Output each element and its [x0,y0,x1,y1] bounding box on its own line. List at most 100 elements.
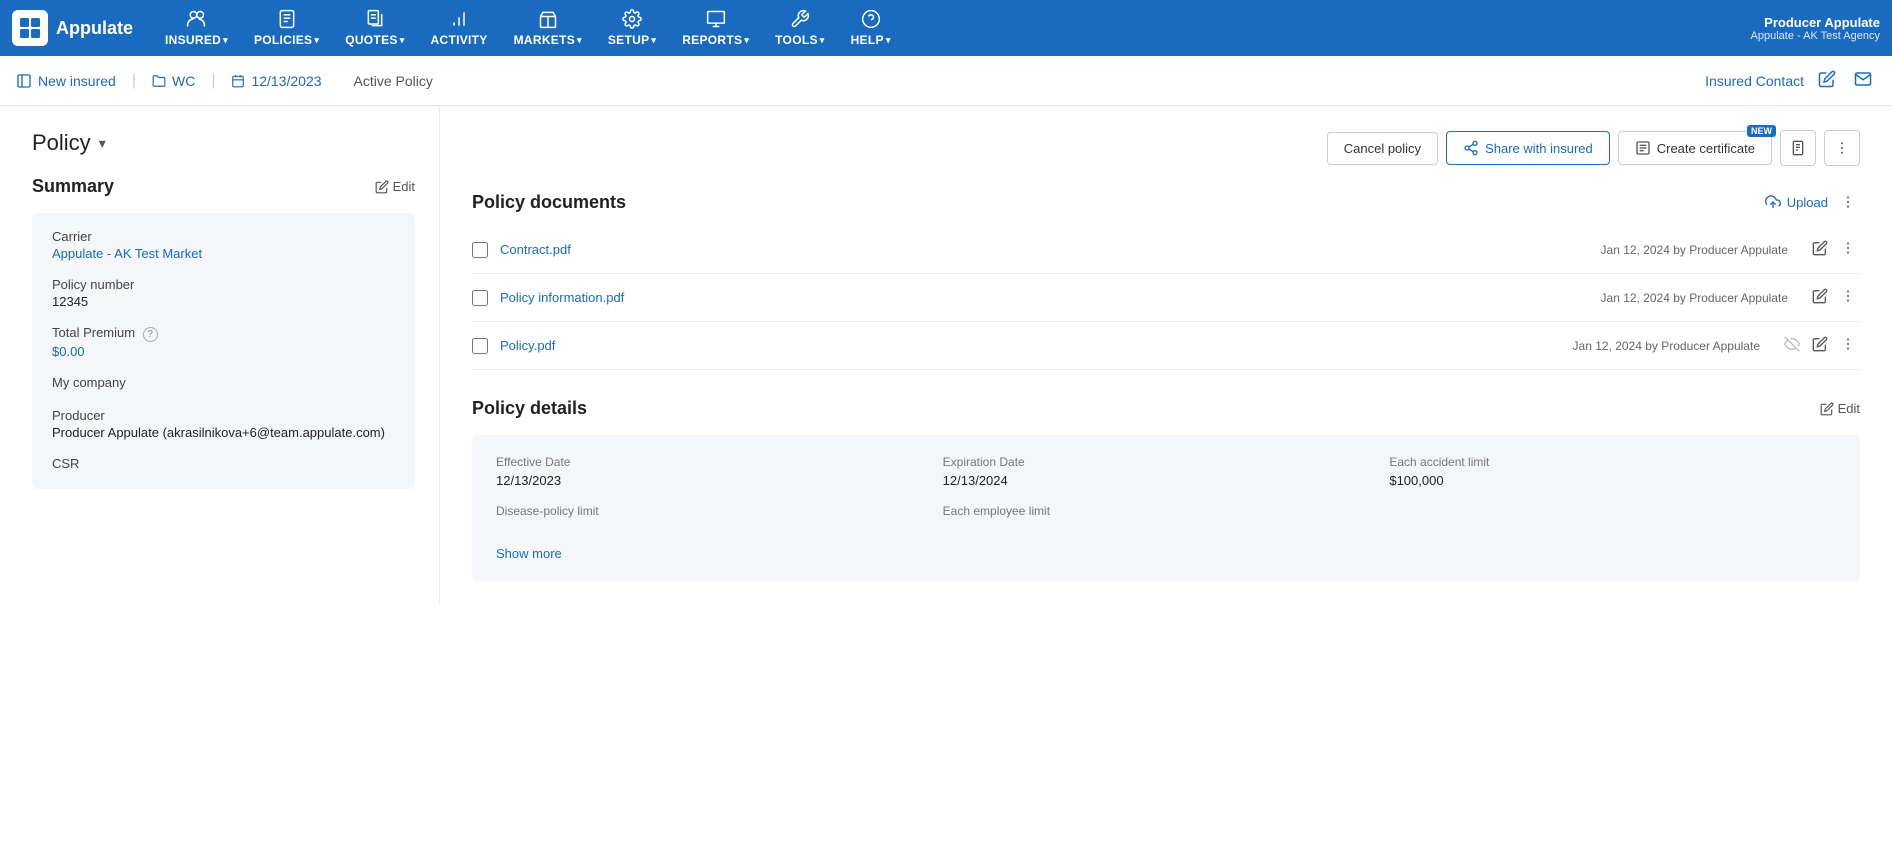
doc-actions-2 [1780,332,1860,359]
csr-field: CSR [52,456,395,473]
doc-name-2[interactable]: Policy.pdf [500,338,1561,353]
detail-cell-effective-date: Effective Date 12/13/2023 [496,455,943,488]
documents-title: Policy documents [472,192,626,213]
upload-button[interactable]: Upload [1765,194,1828,210]
document-icon [1790,140,1806,156]
doc-more-button-0[interactable] [1836,236,1860,263]
cancel-policy-button[interactable]: Cancel policy [1327,132,1438,165]
csr-label: CSR [52,456,395,471]
disease-policy-label: Disease-policy limit [496,504,943,518]
top-navigation: Appulate INSURED ▾ POLICIES ▾ [0,0,1892,56]
doc-edit-icon-0 [1812,240,1828,256]
document-row-1: Policy information.pdf Jan 12, 2024 by P… [472,274,1860,322]
doc-hide-button-2[interactable] [1780,332,1804,359]
documents-more-button[interactable] [1836,190,1860,214]
nav-item-setup[interactable]: SETUP ▾ [596,3,668,53]
accident-limit-value: $100,000 [1389,473,1836,488]
share-with-insured-button[interactable]: Share with insured [1446,131,1610,165]
detail-cell-empty [1389,504,1836,522]
carrier-value[interactable]: Appulate - AK Test Market [52,246,395,261]
carrier-field: Carrier Appulate - AK Test Market [52,229,395,261]
producer-field: Producer Producer Appulate (akrasilnikov… [52,408,395,440]
doc-more-icon-0 [1840,240,1856,256]
insured-contact-label: Insured Contact [1705,73,1804,89]
policy-number-field: Policy number 12345 [52,277,395,309]
logo-area[interactable]: Appulate [12,10,133,46]
folder-icon [152,74,166,88]
nav-item-tools[interactable]: TOOLS ▾ [763,3,836,53]
breadcrumb-wc[interactable]: WC [136,73,211,89]
more-options-button[interactable] [1824,130,1860,166]
doc-checkbox-1[interactable] [472,290,488,306]
policy-number-label: Policy number [52,277,395,292]
doc-edit-icon-1 [1812,288,1828,304]
right-panel: Cancel policy Share with insured Create … [440,106,1892,605]
certificate-icon [1635,140,1651,156]
summary-edit-button[interactable]: Edit [375,179,415,194]
edit-icon [375,180,389,194]
policy-dropdown-chevron: ▾ [99,135,106,152]
detail-cell-accident-limit: Each accident limit $100,000 [1389,455,1836,488]
more-vert-icon [1834,140,1850,156]
doc-more-button-2[interactable] [1836,332,1860,359]
doc-more-icon-2 [1840,336,1856,352]
doc-meta-2: Jan 12, 2024 by Producer Appulate [1573,339,1760,353]
breadcrumb-status: Active Policy [338,73,449,89]
summary-title: Summary [32,176,114,197]
policy-details-title: Policy details [472,398,587,419]
details-edit-icon [1820,402,1834,416]
doc-name-1[interactable]: Policy information.pdf [500,290,1589,305]
doc-name-0[interactable]: Contract.pdf [500,242,1589,257]
nav-item-help[interactable]: HELP ▾ [839,3,903,53]
main-content: Policy ▾ Summary Edit Carrier Appulate -… [0,106,1892,605]
nav-item-insured[interactable]: INSURED ▾ [153,3,240,53]
doc-edit-button-2[interactable] [1808,332,1832,359]
doc-edit-icon-2 [1812,336,1828,352]
policy-details-row-1: Disease-policy limit Each employee limit [496,504,1836,522]
breadcrumb-date[interactable]: 12/13/2023 [215,73,337,89]
policy-details-section: Policy details Edit Effective Date 12/13… [472,398,1860,581]
nav-item-markets[interactable]: MARKETS ▾ [502,3,594,53]
doc-more-icon-1 [1840,288,1856,304]
left-panel: Policy ▾ Summary Edit Carrier Appulate -… [0,106,440,605]
accident-limit-label: Each accident limit [1389,455,1836,469]
detail-cell-expiration-date: Expiration Date 12/13/2024 [943,455,1390,488]
doc-checkbox-2[interactable] [472,338,488,354]
policy-details-edit-button[interactable]: Edit [1820,401,1860,416]
policy-title-text: Policy [32,130,91,156]
nav-item-policies[interactable]: POLICIES ▾ [242,3,331,53]
doc-edit-button-0[interactable] [1808,236,1832,263]
documents-more-icon [1840,194,1856,210]
insured-contact-mail-button[interactable] [1850,66,1876,95]
doc-more-button-1[interactable] [1836,284,1860,311]
create-certificate-wrapper: Create certificate NEW [1618,131,1772,165]
breadcrumb-new-insured[interactable]: New insured [16,73,132,89]
policy-details-grid: Effective Date 12/13/2023 Expiration Dat… [472,435,1860,581]
show-more-button[interactable]: Show more [496,546,562,561]
policy-number-value: 12345 [52,294,395,309]
doc-checkbox-0[interactable] [472,242,488,258]
expiration-date-label: Expiration Date [943,455,1390,469]
nav-item-activity[interactable]: ACTIVITY [419,3,500,53]
document-row-0: Contract.pdf Jan 12, 2024 by Producer Ap… [472,226,1860,274]
doc-edit-button-1[interactable] [1808,284,1832,311]
documents-section-header: Policy documents Upload [472,190,1860,214]
total-premium-help-icon[interactable]: ? [143,327,158,342]
doc-meta-1: Jan 12, 2024 by Producer Appulate [1601,291,1788,305]
user-agency: Appulate - AK Test Agency [1751,30,1880,42]
nav-items: INSURED ▾ POLICIES ▾ QUOTES ▾ [153,3,1751,53]
policy-title-dropdown[interactable]: Policy ▾ [32,130,415,156]
insured-contact-edit-button[interactable] [1814,66,1840,95]
new-badge: NEW [1747,125,1776,137]
app-name: Appulate [56,18,133,39]
nav-item-reports[interactable]: REPORTS ▾ [670,3,761,53]
nav-item-quotes[interactable]: QUOTES ▾ [333,3,416,53]
total-premium-value: $0.00 [52,344,395,359]
document-action-button[interactable] [1780,130,1816,166]
user-name: Producer Appulate [1751,15,1880,30]
doc-actions-1 [1808,284,1860,311]
documents-section: Policy documents Upload [472,190,1860,370]
breadcrumb-bar: New insured | WC | 12/13/2023 Active Pol… [0,56,1892,106]
insured-contact-area: Insured Contact [1705,66,1876,95]
company-label: My company [52,375,395,390]
